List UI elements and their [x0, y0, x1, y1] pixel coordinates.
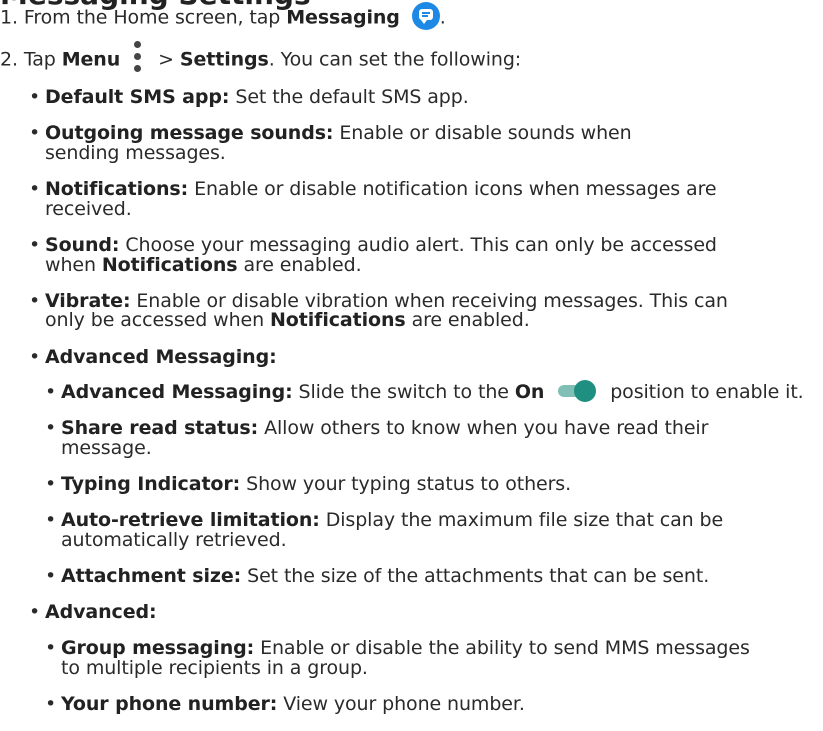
sub-item-attachment-size: • Attachment size: Set the size of the at… — [45, 564, 709, 589]
bullet: • — [29, 601, 41, 623]
list-item-default-sms: • Default SMS app: Set the default SMS ap… — [29, 85, 469, 110]
bullet: • — [29, 234, 41, 256]
list-item-notifications-cont: received. — [45, 198, 132, 220]
vertical-dots-menu-icon — [132, 41, 142, 73]
document-page: Messaging Settings 1. From the Home scre… — [0, 0, 823, 731]
list-item-advanced-messaging: • Advanced Messaging: — [29, 345, 277, 370]
item-desc: position to enable it. — [610, 381, 804, 403]
item-term: Advanced Messaging: — [61, 381, 293, 403]
list-item-outgoing-sounds-cont: sending messages. — [45, 142, 226, 164]
item-desc: Set the default SMS app. — [235, 86, 469, 108]
item-desc: when — [45, 254, 96, 276]
step-1: 1. From the Home screen, tap Messaging . — [0, 2, 446, 32]
step-1-period: . — [439, 6, 446, 29]
item-desc: Allow others to know when you have read … — [264, 417, 709, 439]
sub-item-auto-retrieve-cont: automatically retrieved. — [61, 529, 287, 551]
item-term: Attachment size: — [61, 565, 242, 587]
item-term: Advanced Messaging: — [45, 346, 277, 368]
bullet: • — [45, 637, 57, 659]
list-item-sound-cont: when Notifications are enabled. — [45, 253, 362, 278]
sub-item-typing-indicator: • Typing Indicator: Show your typing stat… — [45, 472, 571, 497]
item-term: Your phone number: — [61, 693, 278, 715]
step-2: 2. Tap Menu > Settings. You can set the … — [0, 41, 522, 76]
item-desc: are enabled. — [411, 309, 530, 331]
item-desc: only be accessed when — [45, 309, 265, 331]
item-desc: View your phone number. — [283, 693, 525, 715]
bullet: • — [45, 509, 57, 531]
item-desc: Show your typing status to others. — [246, 473, 572, 495]
menu-label: Menu — [61, 48, 121, 71]
list-item-vibrate-cont: only be accessed when Notifications are … — [45, 308, 530, 333]
settings-label: Settings — [179, 48, 269, 71]
step-1-number: 1. — [0, 6, 18, 29]
sub-item-share-read-status-cont: message. — [61, 437, 152, 459]
step-2-number: 2. — [0, 48, 18, 71]
step-2-text-end: . You can set the following: — [268, 48, 522, 71]
messaging-label: Messaging — [286, 6, 400, 29]
bullet: • — [29, 178, 41, 200]
step-2-arrow: > — [158, 48, 174, 71]
list-item-notifications: • Notifications: Enable or disable notifi… — [29, 177, 717, 202]
sub-item-group-messaging-cont: to multiple recipients in a group. — [61, 657, 368, 679]
bullet: • — [29, 290, 41, 312]
bullet: • — [29, 86, 41, 108]
bullet: • — [29, 346, 41, 368]
item-desc: Enable or disable sounds when — [339, 122, 632, 144]
list-item-advanced: • Advanced: — [29, 600, 157, 625]
bullet: • — [45, 565, 57, 587]
item-term: Default SMS app: — [45, 86, 230, 108]
bullet: • — [29, 122, 41, 144]
item-desc: Enable or disable notification icons whe… — [194, 178, 717, 200]
step-2-text: Tap — [23, 48, 56, 71]
bullet: • — [45, 417, 57, 439]
sub-item-phone-number: • Your phone number: View your phone numb… — [45, 692, 525, 717]
sub-item-advanced-messaging: • Advanced Messaging: Slide the switch to… — [45, 379, 804, 405]
messaging-app-icon — [411, 2, 440, 30]
step-1-text: From the Home screen, tap — [23, 6, 281, 29]
on-label: On — [514, 381, 545, 403]
item-desc: are enabled. — [243, 254, 362, 276]
item-desc: Slide the switch to the — [298, 381, 509, 403]
bullet: • — [45, 693, 57, 715]
notifications-ref: Notifications — [270, 309, 406, 331]
notifications-ref: Notifications — [101, 254, 238, 276]
item-desc: Display the maximum file size that can b… — [325, 509, 724, 531]
toggle-switch-on-icon — [556, 379, 598, 402]
bullet: • — [45, 381, 57, 403]
item-desc: Set the size of the attachments that can… — [247, 565, 710, 587]
item-term: Typing Indicator: — [61, 473, 241, 495]
item-term: Advanced: — [45, 601, 157, 623]
bullet: • — [45, 473, 57, 495]
